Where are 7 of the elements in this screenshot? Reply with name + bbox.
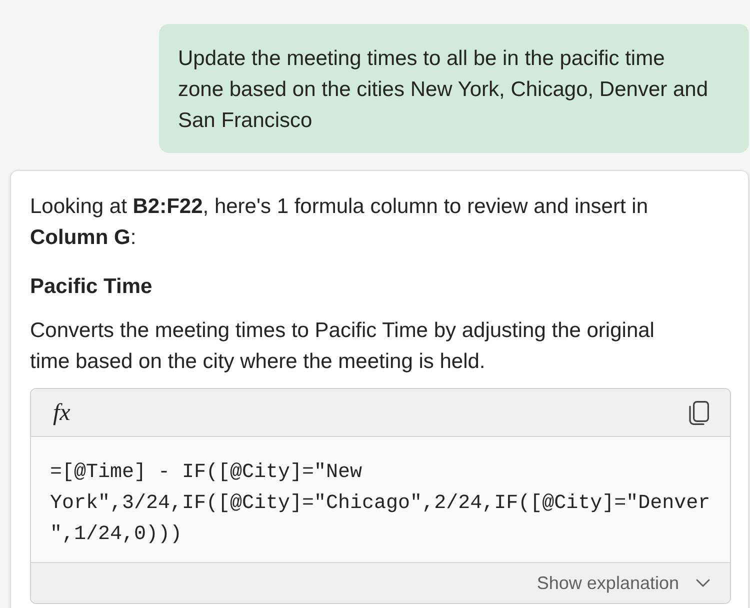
formula-description: Converts the meeting times to Pacific Time by adjusting the original time based on the city where the meeting is held. <box>30 318 656 375</box>
formula-title: Pacific Time <box>30 274 154 300</box>
function-symbol: fx <box>53 400 70 424</box>
show-explanation-button[interactable]: Show explanation <box>536 570 710 596</box>
user-message-text: Update the meeting times to all be in the pacific time zone based on the cities New York, Chicago, Denver and San Francisco <box>178 46 709 134</box>
formula-code: =[@Time] - IF([@City]="New York",3/24,IF([@City]="Chicago",2/24,IF([@City]="Denver",1/24,0))) <box>50 460 712 548</box>
response-intro-text: Looking at B2:F22, here's 1 formula column to review and insert in Column G: <box>30 194 649 251</box>
